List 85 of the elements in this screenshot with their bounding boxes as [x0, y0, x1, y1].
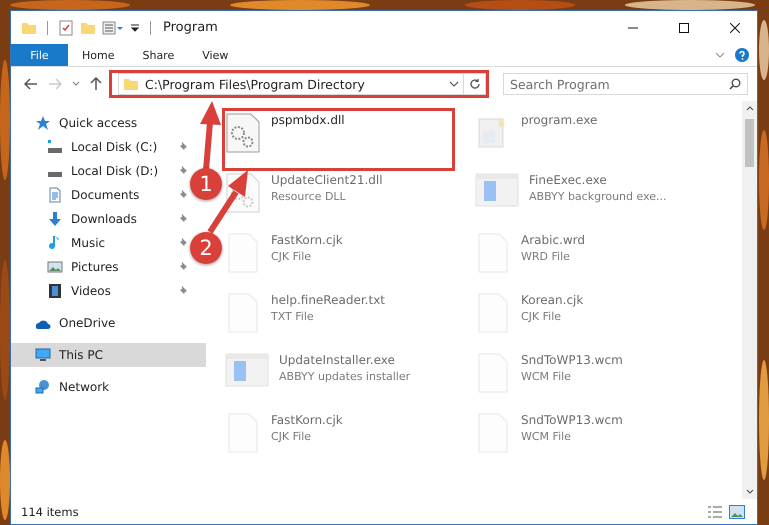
drive-icon [47, 139, 63, 155]
sidebar-item[interactable]: Videos [11, 279, 171, 303]
sidebar-item[interactable]: Local Disk (C:) [11, 135, 171, 159]
item-count: 114 items [21, 504, 79, 518]
file-name: program.exe [521, 113, 598, 127]
sidebar-item[interactable]: Network [11, 375, 206, 399]
thumbnail-view-icon[interactable] [729, 504, 745, 518]
up-arrow-icon [90, 77, 102, 91]
file-type: WRD File [521, 250, 571, 263]
ribbon-tab[interactable]: View [188, 44, 242, 66]
checklist-icon[interactable] [58, 20, 74, 36]
close-icon [730, 22, 740, 32]
refresh-button[interactable] [464, 73, 486, 95]
document-icon [47, 187, 63, 203]
sidebar-item[interactable]: Downloads [11, 207, 171, 231]
file-type: CJK File [521, 310, 562, 323]
file-name: Korean.cjk [521, 293, 584, 307]
drive-icon [48, 172, 62, 177]
ribbon-tab[interactable]: Share [128, 44, 188, 66]
file-name: SndToWP13.wcm [521, 413, 623, 427]
details-view-icon[interactable] [707, 504, 723, 518]
file-item[interactable]: FineExec.exe ABBYY background exe... [475, 171, 702, 207]
file-item[interactable]: SndToWP13.wcm WCM File [475, 411, 702, 453]
sidebar-item[interactable]: Quick access [11, 111, 206, 135]
file-name: FineExec.exe [529, 173, 608, 187]
file-name: UpdateClient21.dll [271, 173, 383, 187]
address-field[interactable]: C:\Program Files\Program Directory [118, 73, 464, 95]
file-name: help.fineReader.txt [271, 293, 385, 307]
file-type: WCM File [521, 430, 572, 443]
network-icon [35, 379, 51, 395]
properties-icon[interactable] [102, 20, 124, 36]
file-item[interactable]: FastKorn.cjk CJK File [225, 411, 452, 453]
ribbon-tab[interactable]: Home [68, 44, 128, 66]
file-name: FastKorn.cjk [271, 233, 343, 247]
file-item[interactable]: Arabic.wrd WRD File [475, 231, 702, 273]
sidebar-item[interactable]: Music [11, 231, 171, 255]
maximize-icon [678, 22, 688, 32]
scrollbar[interactable] [742, 101, 757, 499]
ribbon-tab[interactable]: File [11, 44, 68, 66]
sidebar-item[interactable]: OneDrive [11, 311, 206, 335]
forward-arrow-icon [48, 78, 62, 90]
help-icon[interactable] [735, 48, 749, 62]
window-app-icon [225, 353, 269, 387]
sidebar-item[interactable]: Pictures [11, 255, 171, 279]
file-item[interactable]: help.fineReader.txt TXT File [225, 291, 452, 333]
folder-icon [123, 76, 139, 92]
sidebar-item[interactable]: This PC [11, 343, 206, 367]
file-type: ABBYY background exe... [529, 190, 667, 203]
refresh-icon [468, 78, 480, 90]
file-item[interactable]: pspmbdx.dll [225, 111, 452, 153]
dropdown-icon[interactable] [130, 22, 140, 32]
scroll-thumb[interactable] [745, 119, 754, 167]
download-icon [47, 211, 63, 227]
chevron-down-icon[interactable] [449, 81, 459, 87]
settings-file-icon [225, 113, 261, 153]
star-icon [35, 115, 51, 131]
picture-icon [47, 259, 63, 275]
file-item[interactable]: UpdateInstaller.exe ABBYY updates installer [225, 351, 452, 387]
file-type: CJK File [271, 430, 312, 443]
back-arrow-icon [24, 78, 38, 90]
sidebar-item[interactable]: Documents [11, 183, 171, 207]
chevron-down-icon [72, 81, 80, 87]
file-item[interactable]: FastKorn.cjk CJK File [225, 231, 452, 273]
sidebar-item[interactable]: Local Disk (D:) [11, 159, 171, 183]
file-name: pspmbdx.dll [271, 113, 345, 127]
search-icon [729, 78, 741, 90]
file-type: WCM File [521, 370, 572, 383]
file-type: CJK File [271, 250, 312, 263]
file-name: Arabic.wrd [521, 233, 586, 247]
window-title: Program [163, 20, 218, 35]
search-field[interactable]: Search Program [503, 73, 748, 95]
file-name: UpdateInstaller.exe [279, 353, 396, 367]
scroll-down-icon[interactable] [746, 489, 754, 495]
monitor-icon [35, 347, 51, 363]
file-item[interactable]: Korean.cjk CJK File [475, 291, 702, 333]
file-item[interactable]: SndToWP13.wcm WCM File [475, 351, 702, 393]
window-app-icon [475, 173, 519, 207]
scroll-up-icon[interactable] [746, 105, 754, 111]
file-type: TXT File [271, 310, 315, 323]
file-type: Resource DLL [271, 190, 347, 203]
file-name: FastKorn.cjk [271, 413, 343, 427]
file-type: ABBYY updates installer [279, 370, 410, 383]
file-name: SndToWP13.wcm [521, 353, 623, 367]
file-item[interactable]: program.exe [475, 111, 702, 153]
film-icon [47, 283, 63, 299]
